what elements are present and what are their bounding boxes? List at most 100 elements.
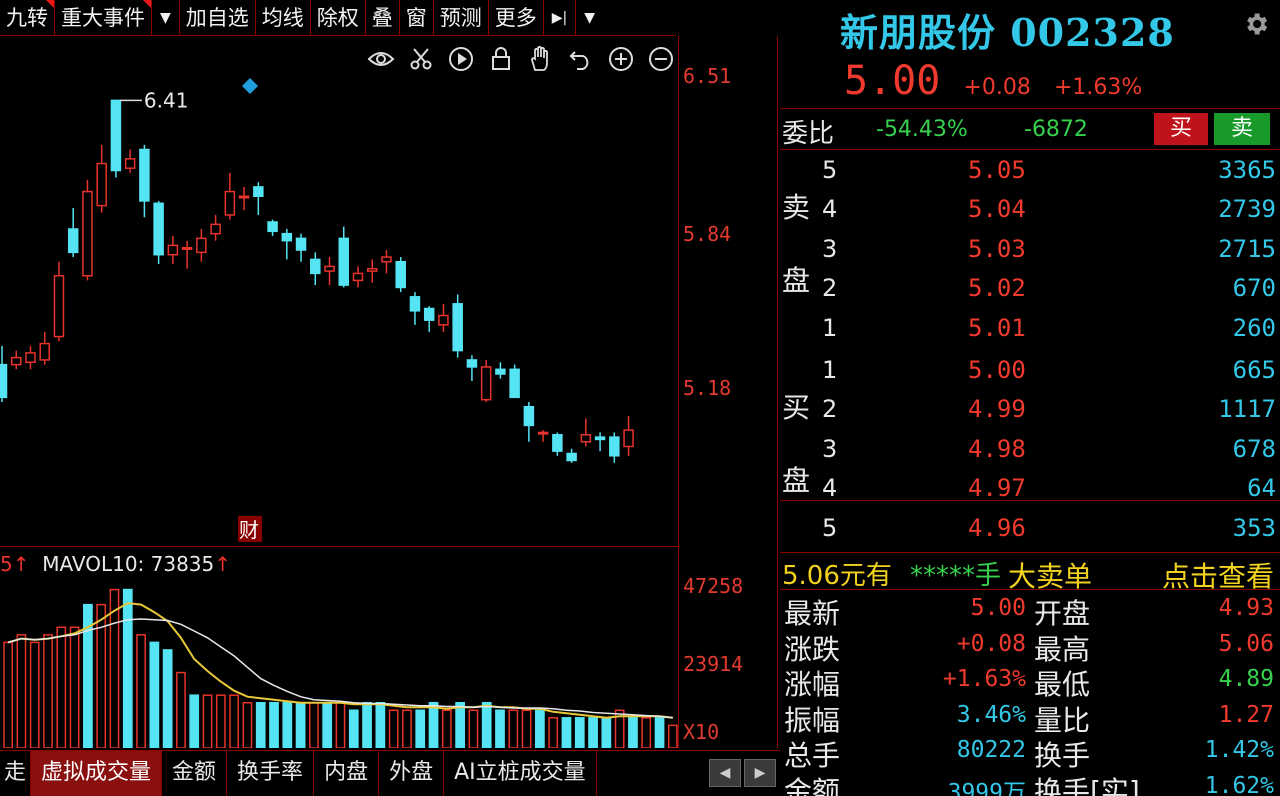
bids-level-index: 4 — [822, 474, 838, 503]
tab-2[interactable]: 金额 — [162, 751, 228, 796]
tab-1[interactable]: 虚拟成交量 — [31, 751, 163, 796]
tab-0[interactable]: 走 — [0, 751, 32, 796]
big-order-row[interactable]: 5.06元有 *****手 大卖单 点击查看 — [780, 552, 1280, 593]
lock-icon[interactable] — [484, 42, 518, 76]
bids-level-3[interactable]: 3 4.98 678 — [820, 431, 1280, 470]
stat-5: 金额 3999万 — [780, 770, 1028, 796]
toolbar-item-6[interactable]: 窗 — [400, 0, 434, 36]
scroll-right-button[interactable]: ▶ — [744, 759, 776, 787]
toolbar-item-4[interactable]: 除权 — [311, 0, 366, 36]
order-ratio-label: 委比 — [782, 119, 835, 149]
gear-icon[interactable] — [1242, 10, 1270, 42]
stat-label: 涨跌 — [784, 632, 841, 666]
candle — [395, 257, 406, 293]
stat-value: +1.63% — [942, 666, 1026, 692]
volume-legend-arrow: ↑ — [12, 552, 30, 576]
sell-button[interactable]: 卖 — [1214, 113, 1270, 145]
asks-level-1[interactable]: 1 5.01 260 — [820, 310, 1280, 349]
candle — [267, 219, 278, 237]
event-marker[interactable]: 财 — [239, 518, 259, 542]
bids-level-volume: 678 — [1232, 434, 1276, 463]
candle-body — [352, 272, 364, 282]
candle — [423, 306, 435, 332]
candle — [53, 261, 65, 342]
buy-button[interactable]: 买 — [1154, 113, 1208, 145]
asks-level-index: 1 — [822, 313, 838, 342]
asks-level-2[interactable]: 2 5.02 670 — [820, 270, 1280, 309]
zoom-out-icon[interactable] — [644, 42, 678, 76]
toolbar-item-8[interactable]: 更多 — [489, 0, 544, 36]
toolbar-item-7[interactable]: 预测 — [434, 0, 489, 36]
dropdown-arrow-icon[interactable]: ▼ — [152, 0, 180, 36]
big-order-title: 大卖单 — [1008, 560, 1093, 593]
big-order-price: 5.06元有 — [782, 561, 892, 591]
tab-5[interactable]: 外盘 — [379, 751, 445, 796]
bids-level-4[interactable]: 4 4.97 64 — [820, 470, 1280, 509]
stat-value: 1.42% — [1204, 737, 1274, 763]
candle — [352, 266, 364, 288]
chart-divider — [0, 546, 678, 547]
hand-icon[interactable] — [524, 42, 558, 76]
volume-chart[interactable] — [0, 576, 678, 748]
stat-2-right: 最低 4.89 — [1030, 663, 1278, 701]
toolbar-item-2[interactable]: 加自选 — [180, 0, 256, 36]
zoom-in-icon[interactable] — [604, 42, 638, 76]
toolbar-item-3[interactable]: 均线 — [256, 0, 311, 36]
candle — [609, 432, 620, 463]
asks-level-3[interactable]: 3 5.03 2715 — [820, 231, 1280, 270]
play-icon[interactable] — [444, 42, 478, 76]
candle — [139, 144, 150, 218]
asks-label-char-1: 卖 — [782, 191, 811, 224]
asks-level-5[interactable]: 5 5.05 3365 — [820, 152, 1280, 191]
volume-bar — [588, 717, 598, 748]
candle-body — [153, 202, 164, 256]
chevron-down-icon[interactable]: ▼ — [576, 0, 603, 36]
scroll-left-button[interactable]: ◀ — [709, 759, 741, 787]
toolbar-item-5[interactable]: 叠 — [366, 0, 400, 36]
volume-bar — [242, 701, 253, 748]
bids-level-index: 5 — [822, 513, 838, 542]
volume-bar — [667, 724, 678, 748]
volume-bar — [654, 717, 665, 748]
toolbar-item-1[interactable]: 重大事件 — [55, 0, 152, 36]
asks-level-index: 3 — [822, 234, 838, 263]
asks-level-volume: 2715 — [1218, 234, 1276, 263]
volume-legend-arrow-2: ↑ — [214, 552, 232, 576]
stat-value: 80222 — [956, 737, 1026, 763]
bids-level-volume: 353 — [1232, 513, 1276, 542]
candlestick-chart[interactable]: 6.41 财 — [0, 36, 678, 548]
asks-level-4[interactable]: 4 5.04 2739 — [820, 191, 1280, 230]
next-chart-icon[interactable]: ▶| — [544, 0, 577, 36]
stat-label: 振幅 — [784, 703, 841, 737]
toolbar-item-0[interactable]: 九转 — [0, 0, 55, 36]
asks-level-index: 5 — [822, 156, 838, 184]
candle-body — [366, 267, 378, 272]
big-order-view-link[interactable]: 点击查看 — [1162, 555, 1274, 595]
asks-level-volume: 260 — [1232, 313, 1276, 342]
scissors-icon[interactable] — [404, 42, 438, 76]
bids-level-2[interactable]: 2 4.99 1117 — [820, 391, 1280, 430]
tab-3[interactable]: 换手率 — [227, 751, 315, 796]
stat-label: 量比 — [1034, 703, 1091, 737]
tab-6[interactable]: AI立桩成交量 — [444, 751, 597, 796]
volume-bar — [269, 701, 279, 748]
tab-4[interactable]: 内盘 — [314, 751, 380, 796]
candle — [210, 214, 221, 241]
volume-bar — [441, 709, 452, 748]
asks-level-price: 5.01 — [968, 313, 1026, 342]
candle-body — [39, 342, 50, 361]
volume-bar — [215, 694, 226, 748]
candle-body — [594, 436, 606, 441]
stat-2: 涨幅 +1.63% — [780, 663, 1028, 701]
bids-level-1[interactable]: 1 5.00 665 — [820, 352, 1280, 391]
candle-body — [452, 303, 463, 352]
eye-icon[interactable] — [364, 42, 398, 76]
undo-icon[interactable] — [564, 42, 598, 76]
bids-level-5[interactable]: 5 4.96 353 — [820, 510, 1280, 549]
bids-level-index: 1 — [822, 356, 838, 384]
chart-toolbar: 九转 重大事件 ▼ 加自选 均线 除权叠窗预测 更多 ▶| ▼ — [0, 0, 676, 36]
diamond-marker-icon[interactable] — [242, 78, 258, 94]
volume-bar — [628, 717, 638, 748]
asks-level-volume: 670 — [1232, 274, 1276, 303]
bids-level-price: 5.00 — [968, 356, 1026, 384]
